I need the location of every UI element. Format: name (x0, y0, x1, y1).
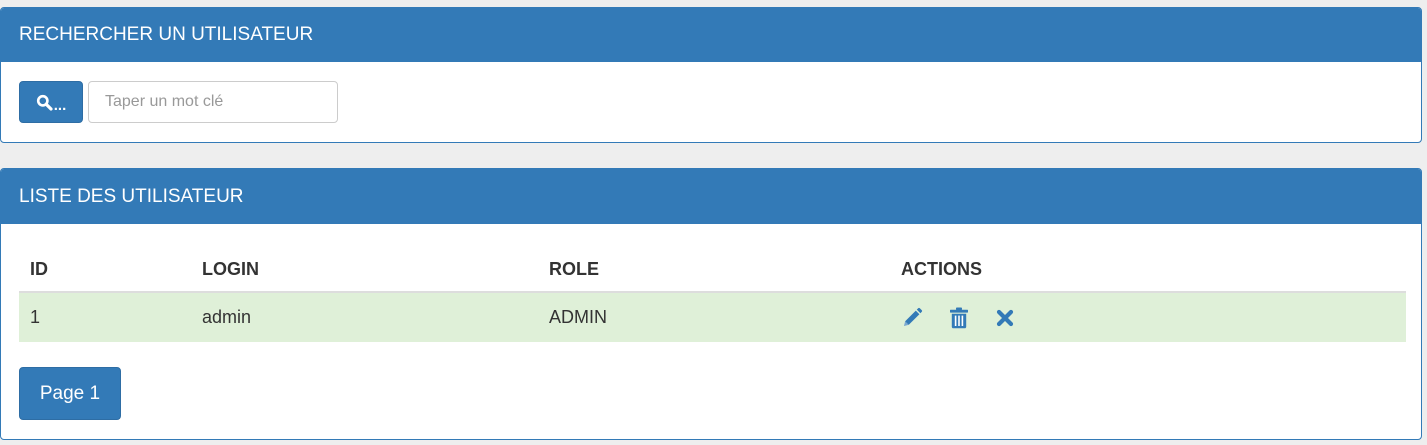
search-panel-heading: RECHERCHER UN UTILISATEUR (1, 8, 1421, 62)
search-panel: RECHERCHER UN UTILISATEUR ... (0, 7, 1422, 143)
list-panel-heading: LISTE DES UTILISATEUR (1, 169, 1421, 224)
column-header-id: ID (19, 247, 191, 293)
row-actions (901, 307, 1406, 329)
users-list-panel: LISTE DES UTILISATEUR ID LOGIN ROLE ACTI… (0, 168, 1422, 440)
table-row: 1 admin ADMIN (19, 292, 1406, 342)
trash-icon[interactable] (949, 307, 969, 329)
column-header-role: ROLE (538, 247, 890, 293)
search-button[interactable]: ... (19, 81, 83, 123)
column-header-actions: ACTIONS (890, 247, 1406, 293)
search-input[interactable] (88, 81, 338, 123)
list-panel-title: LISTE DES UTILISATEUR (19, 185, 244, 207)
cell-id: 1 (19, 292, 191, 342)
column-header-login: LOGIN (191, 247, 538, 293)
search-button-label: ... (53, 96, 67, 114)
search-icon (36, 94, 53, 111)
table-header-row: ID LOGIN ROLE ACTIONS (19, 247, 1406, 293)
close-icon[interactable] (995, 308, 1015, 328)
cell-role: ADMIN (538, 292, 890, 342)
users-table: ID LOGIN ROLE ACTIONS 1 admin ADMIN (19, 247, 1406, 342)
search-row: ... (19, 81, 338, 123)
cell-actions (890, 292, 1406, 342)
page-1-button[interactable]: Page 1 (19, 367, 121, 420)
cell-login: admin (191, 292, 538, 342)
search-panel-title: RECHERCHER UN UTILISATEUR (19, 24, 314, 45)
pencil-icon[interactable] (901, 307, 923, 329)
